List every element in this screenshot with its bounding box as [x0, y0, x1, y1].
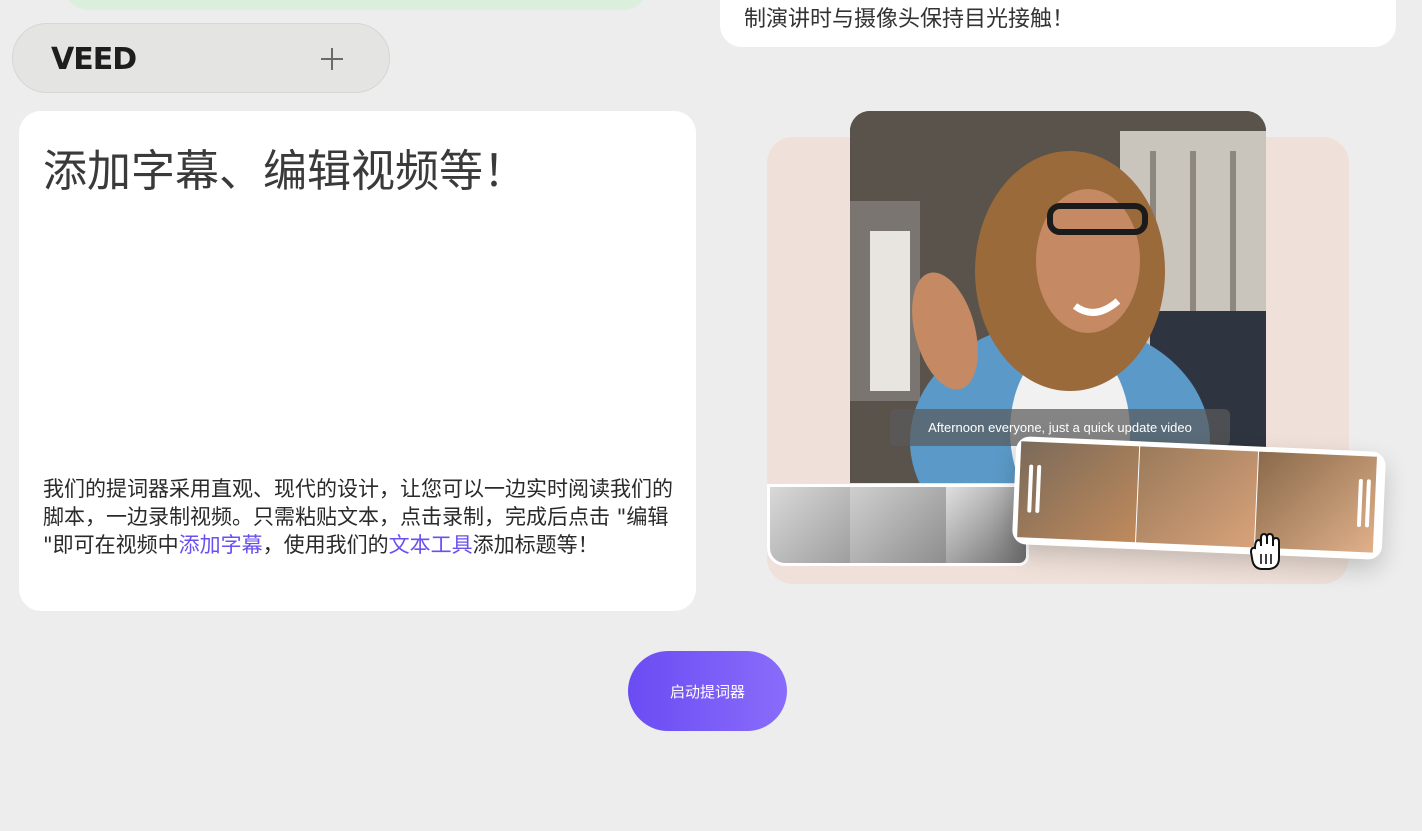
veed-logo: VEED [51, 44, 137, 72]
desc-part2: ，使用我们的 [262, 533, 389, 557]
top-green-banner [64, 0, 648, 10]
timeline-frame [850, 487, 946, 563]
desc-part3: 添加标题等！ [472, 533, 599, 557]
feature-card: 添加字幕、编辑视频等！ 我们的提词器采用直观、现代的设计，让您可以一边实时阅读我… [19, 111, 696, 611]
previous-feature-text: 制演讲时与摄像头保持目光接触！ [744, 7, 1075, 32]
timeline-frame [1136, 446, 1259, 548]
brand-pill: VEED [12, 23, 390, 93]
text-tool-link[interactable]: 文本工具 [389, 533, 473, 557]
timeline-frame [770, 487, 850, 563]
plus-icon[interactable] [319, 46, 345, 72]
grab-hand-icon [1249, 532, 1280, 570]
launch-teleprompter-button[interactable]: 启动提词器 [628, 651, 787, 731]
feature-description: 我们的提词器采用直观、现代的设计，让您可以一边实时阅读我们的脚本，一边录制视频。… [43, 475, 673, 559]
feature-title: 添加字幕、编辑视频等！ [43, 146, 527, 197]
timeline-strip-selected[interactable] [1011, 435, 1387, 561]
timeline-strip-left [767, 484, 1029, 566]
add-subtitles-link[interactable]: 添加字幕 [179, 533, 263, 557]
previous-feature-card: 制演讲时与摄像头保持目光接触！ [720, 0, 1396, 47]
svg-text:VEED: VEED [51, 44, 136, 72]
